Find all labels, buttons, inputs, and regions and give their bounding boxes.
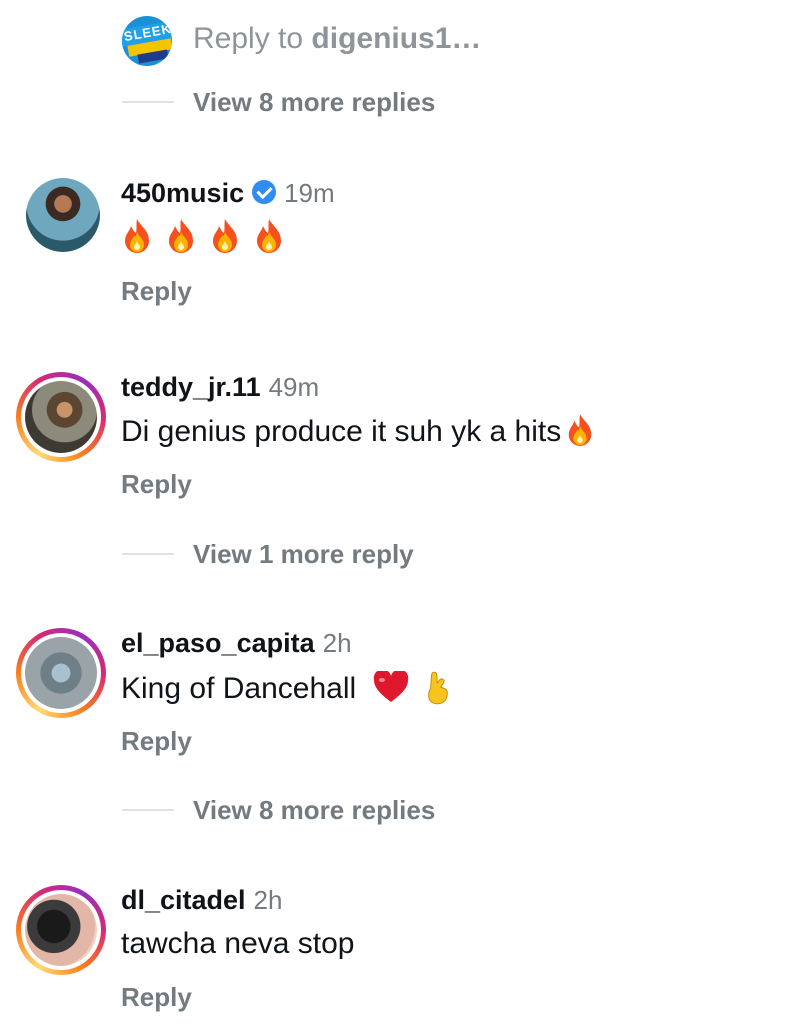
- avatar: [25, 894, 97, 966]
- heart-emoji-icon: [373, 669, 408, 702]
- comment-time: 2h: [322, 628, 352, 658]
- comment-username[interactable]: 450music 19m: [121, 178, 335, 209]
- comment-time: 2h: [253, 885, 283, 915]
- avatar: [25, 381, 97, 453]
- divider-line: [122, 101, 174, 103]
- story-ring-avatar[interactable]: [16, 885, 106, 975]
- comment-text: King of Dancehall: [121, 669, 451, 706]
- reply-button[interactable]: Reply: [121, 469, 192, 500]
- divider-line: [122, 553, 174, 555]
- story-ring-avatar[interactable]: [16, 628, 106, 718]
- comment-username[interactable]: teddy_jr.11 49m: [121, 372, 319, 403]
- comment-text: Di genius produce it suh yk a hits: [121, 413, 595, 449]
- reply-to-input[interactable]: Reply to digenius1…: [193, 22, 481, 56]
- fire-emoji-icon: [169, 219, 193, 253]
- reply-avatar: SLEEK: [122, 16, 172, 66]
- reply-to-target: digenius1…: [311, 22, 482, 55]
- reply-button[interactable]: Reply: [121, 726, 192, 757]
- comment-username[interactable]: dl_citadel 2h: [121, 885, 282, 916]
- view-more-replies-button[interactable]: View 8 more replies: [193, 87, 435, 118]
- comment-text: tawcha neva stop: [121, 927, 355, 960]
- reply-button[interactable]: Reply: [121, 982, 192, 1013]
- fire-emoji-icon: [568, 414, 592, 446]
- fire-emoji-icon: [257, 219, 281, 253]
- comment-time: 19m: [284, 178, 335, 208]
- avatar[interactable]: [26, 178, 100, 252]
- reply-button[interactable]: Reply: [121, 276, 192, 307]
- view-more-replies-button[interactable]: View 1 more reply: [193, 539, 414, 570]
- story-ring-avatar[interactable]: [16, 372, 106, 462]
- reply-to-label: Reply to: [193, 22, 304, 55]
- verified-icon: [252, 180, 277, 204]
- comment-time: 49m: [268, 372, 320, 402]
- crossed-fingers-emoji-icon: [428, 671, 448, 705]
- comment-username[interactable]: el_paso_capita 2h: [121, 628, 352, 659]
- fire-emoji-icon: [125, 219, 149, 253]
- divider-line: [122, 809, 174, 811]
- avatar: [25, 637, 97, 709]
- view-more-replies-button[interactable]: View 8 more replies: [193, 795, 435, 826]
- comment-text: [121, 218, 297, 262]
- fire-emoji-icon: [213, 219, 237, 253]
